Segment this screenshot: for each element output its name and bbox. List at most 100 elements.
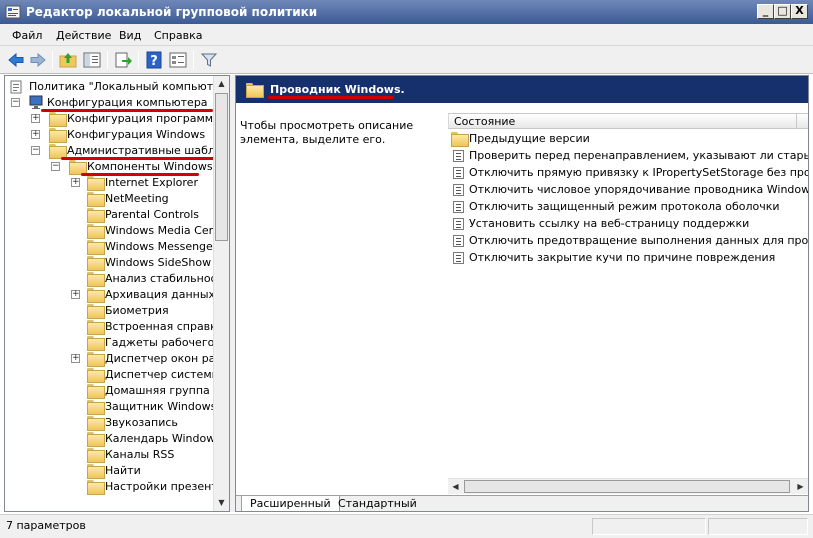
list-item-setting[interactable]: Отключить предотвращение выполнения данн… (451, 233, 808, 249)
list-item-setting[interactable]: Отключить защищенный режим протокола обо… (451, 199, 806, 215)
forward-icon[interactable] (28, 50, 48, 70)
tree-item-component[interactable]: Защитник Windows (71, 399, 221, 415)
folder-icon (87, 480, 105, 495)
tree-label: Гаджеты рабочего стола (105, 336, 229, 349)
title-bar: Редактор локальной групповой политики _ … (0, 0, 813, 24)
tree-label: Конфигурация компьютера (47, 96, 208, 109)
menu-action[interactable]: Действие (56, 29, 111, 42)
svg-text:?: ? (150, 54, 158, 69)
list-item-setting[interactable]: Отключить прямую привязку к IPropertySet… (451, 165, 809, 181)
tree-item-component[interactable]: Windows Media Center (71, 223, 229, 239)
up-folder-icon[interactable] (58, 50, 78, 70)
tree-item-windows-config[interactable]: + Конфигурация Windows (31, 127, 221, 143)
details-pane: Проводник Windows. Чтобы просмотреть опи… (235, 75, 809, 512)
filter-icon[interactable] (199, 50, 219, 70)
menu-view[interactable]: Вид (119, 29, 141, 42)
tree-item-component[interactable]: NetMeeting (71, 191, 221, 207)
tree-item-root[interactable]: Политика "Локальный компьютер" (9, 79, 229, 95)
toolbar-separator (138, 51, 139, 69)
tree-item-component[interactable]: Анализ стабильности (71, 271, 229, 287)
policy-setting-icon (453, 235, 464, 247)
scroll-down-icon[interactable]: ▼ (214, 495, 229, 511)
list-item-label: Предыдущие версии (469, 132, 590, 145)
expand-icon[interactable]: + (31, 130, 40, 139)
tree-label: Конфигурация программ (67, 112, 214, 125)
tree-item-component[interactable]: Встроенная справка (71, 319, 224, 335)
policy-setting-icon (453, 252, 464, 264)
policy-setting-icon (453, 218, 464, 230)
tree-item-component[interactable]: Windows Messenger (71, 239, 221, 255)
folder-icon (87, 320, 105, 335)
scroll-thumb[interactable] (215, 93, 228, 241)
list-horizontal-scrollbar[interactable]: ◀ ▶ (448, 478, 808, 494)
properties-icon[interactable] (168, 50, 188, 70)
collapse-icon[interactable]: − (11, 98, 20, 107)
scroll-left-icon[interactable]: ◀ (448, 479, 463, 495)
list-item-folder[interactable]: Предыдущие версии (451, 131, 806, 147)
back-icon[interactable] (6, 50, 26, 70)
expand-icon[interactable]: + (31, 114, 40, 123)
expand-icon[interactable]: + (71, 178, 80, 187)
tab-standard[interactable]: Стандартный (330, 496, 425, 511)
collapse-icon[interactable]: − (51, 162, 60, 171)
tree-item-component[interactable]: Календарь Windows (71, 431, 221, 447)
folder-icon (87, 368, 105, 383)
tree-item-component[interactable]: Каналы RSS (71, 447, 221, 463)
folder-icon (87, 416, 105, 431)
collapse-icon[interactable]: − (31, 146, 40, 155)
tree-item-component[interactable]: Parental Controls (71, 207, 221, 223)
show-tree-icon[interactable] (82, 50, 102, 70)
list-item-label: Установить ссылку на веб-страницу поддер… (469, 217, 750, 230)
tree-item-component[interactable]: Диспетчер системных (71, 367, 229, 383)
column-header-state[interactable]: Состояние (448, 113, 808, 129)
tree-pane[interactable]: Политика "Локальный компьютер" − Конфигу… (4, 75, 230, 512)
list-item-setting[interactable]: Отключить числовое упорядочивание провод… (451, 182, 808, 198)
tree-label: Административные шаблоны (67, 144, 230, 157)
folder-icon (451, 132, 469, 147)
menu-file[interactable]: Файл (12, 29, 42, 42)
tree-label: Диспетчер окон рабочего стола (105, 352, 229, 365)
expand-icon[interactable]: + (71, 354, 80, 363)
tree-item-component[interactable]: + Диспетчер окон рабочего стола (71, 351, 229, 367)
column-separator[interactable] (796, 114, 797, 128)
tree-item-component[interactable]: + Internet Explorer (71, 175, 221, 191)
toolbar-separator (107, 51, 108, 69)
folder-icon (87, 272, 105, 287)
folder-icon (87, 448, 105, 463)
tree-label: Домашняя группа (105, 384, 210, 397)
expand-icon[interactable]: + (71, 290, 80, 299)
menu-help[interactable]: Справка (154, 29, 202, 42)
scroll-up-icon[interactable]: ▲ (214, 76, 229, 92)
folder-icon (87, 464, 105, 479)
tree-item-component[interactable]: Настройки презентации (71, 479, 229, 495)
window-title: Редактор локальной групповой политики (26, 5, 318, 19)
close-button[interactable]: X (791, 4, 808, 19)
tree-item-component[interactable]: Windows SideShow (71, 255, 221, 271)
scroll-right-icon[interactable]: ▶ (793, 479, 808, 495)
list-item-setting[interactable]: Проверить перед перенаправлением, указыв… (451, 148, 808, 164)
list-item-label: Отключить прямую привязку к IPropertySet… (469, 166, 809, 179)
folder-icon (87, 288, 105, 303)
tree-item-component[interactable]: Домашняя группа (71, 383, 221, 399)
tree-item-component[interactable]: Звукозапись (71, 415, 221, 431)
help-icon[interactable]: ? (144, 50, 164, 70)
list-item-setting[interactable]: Отключить закрытие кучи по причине повре… (451, 250, 806, 266)
tree-item-software-config[interactable]: + Конфигурация программ (31, 111, 221, 127)
scroll-thumb[interactable] (464, 480, 790, 493)
minimize-button[interactable]: _ (757, 4, 774, 19)
policy-setting-icon (453, 150, 464, 162)
tree-item-component[interactable]: + Архивация данных (71, 287, 221, 303)
menu-bar: Файл Действие Вид Справка (0, 24, 813, 46)
tree-item-component[interactable]: Биометрия (71, 303, 221, 319)
tab-extended[interactable]: Расширенный (241, 496, 340, 511)
tree-label: Windows Media Center (105, 224, 230, 237)
tree-item-component[interactable]: Найти (71, 463, 221, 479)
tree-label: Windows SideShow (105, 256, 212, 269)
tree-vertical-scrollbar[interactable]: ▲ ▼ (213, 76, 229, 511)
export-icon[interactable] (113, 50, 133, 70)
list-item-setting[interactable]: Установить ссылку на веб-страницу поддер… (451, 216, 806, 232)
tree-item-component[interactable]: Гаджеты рабочего стола (71, 335, 229, 351)
toolbar: ? (0, 46, 813, 74)
tree-label: NetMeeting (105, 192, 169, 205)
maximize-button[interactable]: □ (774, 4, 791, 19)
